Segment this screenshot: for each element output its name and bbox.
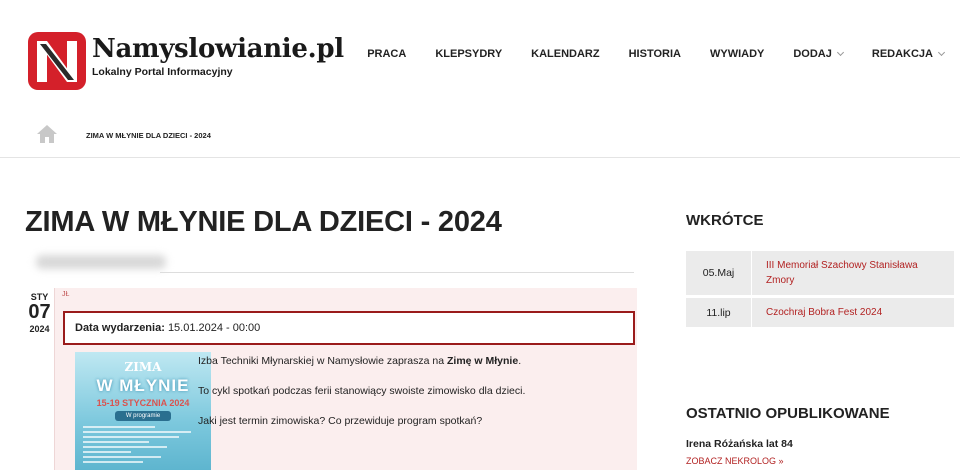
event-date-value: 15.01.2024 - 00:00 — [167, 322, 261, 334]
paragraph-3: Jaki jest termin zimowiska? Co przewiduj… — [198, 415, 483, 427]
paragraph-bold: Zimę w Młynie — [447, 355, 519, 367]
nav-label: HISTORIA — [628, 48, 681, 60]
poster-line1: ZIMA — [124, 360, 162, 374]
author-initials: JŁ — [62, 291, 70, 298]
event-link[interactable]: III Memoriał Szachowy Stanisława Zmory — [752, 251, 954, 295]
site-header: Namyslowianie.pl Lokalny Portal Informac… — [0, 0, 960, 112]
poster-program: W programie — [115, 411, 171, 421]
recent-title[interactable]: Irena Różańska lat 84 — [686, 438, 793, 450]
breadcrumb: ZIMA W MŁYNIE DLA DZIECI - 2024 — [0, 112, 960, 158]
author-blurred — [36, 255, 166, 269]
nav-item-wywiady[interactable]: WYWIADY — [710, 48, 764, 60]
event-date: 11.lip — [686, 298, 752, 327]
home-icon[interactable] — [36, 124, 58, 144]
poster-line2: W MŁYNIE — [96, 376, 190, 395]
paragraph-2: To cykl spotkań podczas ferii stanowiący… — [198, 385, 526, 397]
page-title: ZIMA W MŁYNIE DLA DZIECI - 2024 — [25, 206, 502, 238]
paragraph-text: . — [518, 355, 522, 367]
date-day: 07 — [28, 301, 51, 323]
nav-label: DODAJ — [793, 48, 832, 60]
nav-item-kalendarz[interactable]: KALENDARZ — [531, 48, 599, 60]
divider — [160, 272, 634, 273]
nav-label: WYWIADY — [709, 48, 765, 60]
nav-label: KLEPSYDRY — [435, 48, 503, 60]
list-item[interactable]: 11.lip Czochraj Bobra Fest 2024 — [686, 298, 954, 327]
paragraph-text: Izba Techniki Młynarskiej w Namysłowie z… — [198, 355, 447, 367]
brand-name[interactable]: Namyslowianie.pl — [92, 34, 344, 64]
event-card: STY 07 2024 JŁ Data wydarzenia: 15.01.20… — [25, 288, 637, 470]
upcoming-heading: WKRÓTCE — [686, 212, 764, 229]
publish-date: STY 07 2024 — [25, 288, 55, 470]
breadcrumb-current: ZIMA W MŁYNIE DLA DZIECI - 2024 — [86, 131, 211, 140]
brand-tagline: Lokalny Portal Informacyjny — [92, 66, 233, 78]
event-poster[interactable]: ZIMA W MŁYNIE 15-19 STYCZNIA 2024 W prog… — [75, 352, 211, 470]
nav-item-redakcja[interactable]: REDAKCJA — [871, 48, 946, 60]
upcoming-events: 05.Maj III Memoriał Szachowy Stanisława … — [686, 251, 954, 330]
nav-label: PRACA — [367, 48, 407, 60]
date-year: 2024 — [29, 324, 50, 334]
paragraph-intro: Izba Techniki Młynarskiej w Namysłowie z… — [198, 355, 521, 367]
event-date-label: Data wydarzenia: — [75, 322, 165, 334]
nav-item-praca[interactable]: PRACA — [367, 48, 406, 60]
poster-list — [83, 426, 203, 466]
nav-item-dodaj[interactable]: DODAJ — [793, 48, 844, 60]
chevron-down-icon — [836, 48, 844, 57]
main-nav: PRACA KLEPSYDRY KALENDARZ HISTORIA WYWIA… — [338, 48, 946, 60]
event-date: 05.Maj — [686, 251, 752, 295]
list-item[interactable]: 05.Maj III Memoriał Szachowy Stanisława … — [686, 251, 954, 295]
site-logo[interactable] — [28, 32, 86, 90]
event-date: Data wydarzenia: 15.01.2024 - 00:00 — [63, 311, 635, 345]
poster-dates: 15-19 STYCZNIA 2024 — [96, 398, 190, 408]
chevron-down-icon — [937, 48, 946, 57]
nav-item-klepsydry[interactable]: KLEPSYDRY — [435, 48, 502, 60]
nav-label: REDAKCJA — [871, 48, 933, 60]
event-link[interactable]: Czochraj Bobra Fest 2024 — [752, 298, 954, 327]
recent-link[interactable]: ZOBACZ NEKROLOG » — [686, 456, 784, 466]
nav-item-historia[interactable]: HISTORIA — [629, 48, 681, 60]
nav-label: KALENDARZ — [531, 48, 600, 60]
recent-heading: OSTATNIO OPUBLIKOWANE — [686, 405, 890, 422]
